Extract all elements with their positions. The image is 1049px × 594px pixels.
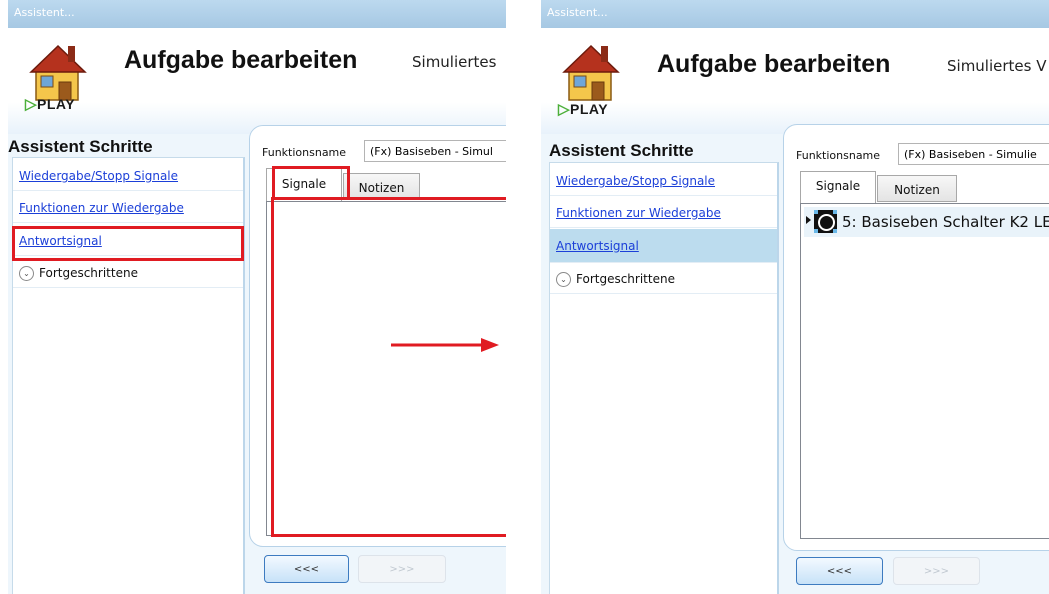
arrow-right-icon [391, 338, 499, 352]
page-subtitle: Simuliertes [412, 53, 497, 71]
signal-list-item[interactable]: 5: Basiseben Schalter K2 LED [804, 207, 1049, 237]
window-titlebar: Assistent... [8, 0, 506, 29]
chevron-down-icon: ⌄ [556, 272, 571, 287]
step-fortgeschrittene[interactable]: ⌄ Fortgeschrittene [13, 258, 243, 288]
tab-notizen[interactable]: Notizen [877, 175, 957, 202]
signals-list[interactable]: 5: Basiseben Schalter K2 LED [800, 203, 1049, 539]
step-antwortsignal[interactable]: Antwortsignal [550, 229, 777, 263]
play-triangle-icon: ▷ [25, 96, 38, 113]
tab-signale[interactable]: Signale [800, 171, 876, 204]
steps-list: Wiedergabe/Stopp Signale Funktionen zur … [12, 157, 245, 594]
steps-title: Assistent Schritte [8, 137, 153, 156]
window-title: Assistent... [547, 6, 608, 19]
next-button: >>> [358, 555, 446, 583]
page-title: Aufgabe bearbeiten [657, 50, 891, 78]
content-box: Funktionsname (Fx) Basiseben - Simulie N… [783, 124, 1049, 551]
play-logo: ▷PLAY [25, 96, 76, 113]
function-name-field[interactable]: (Fx) Basiseben - Simulie [898, 143, 1049, 165]
steps-title: Assistent Schritte [549, 141, 694, 160]
back-button[interactable]: <<< [796, 557, 883, 585]
tab-notizen[interactable]: Notizen [343, 173, 420, 199]
step-antwortsignal[interactable]: Antwortsignal [13, 226, 243, 256]
back-button[interactable]: <<< [264, 555, 349, 583]
page-subtitle: Simuliertes V [947, 57, 1047, 75]
play-triangle-icon: ▷ [558, 101, 571, 118]
signals-list[interactable] [266, 201, 506, 536]
wizard-window-before: Assistent... ▷PLAY Aufgabe bearbeiten Si… [8, 0, 506, 594]
signal-item-label: 5: Basiseben Schalter K2 LED [842, 213, 1049, 231]
tab-signale[interactable]: Signale [266, 168, 342, 201]
window-titlebar: Assistent... [541, 0, 1049, 29]
function-name-label: Funktionsname [796, 149, 881, 162]
chevron-down-icon: ⌄ [19, 266, 34, 281]
play-logo: ▷PLAY [558, 101, 609, 118]
row-pointer-icon [806, 216, 811, 224]
steps-list: Wiedergabe/Stopp Signale Funktionen zur … [549, 162, 779, 594]
wizard-window-after: Assistent... ▷PLAY Aufgabe bearbeiten Si… [541, 0, 1049, 594]
window-title: Assistent... [14, 6, 75, 19]
next-button: >>> [893, 557, 980, 585]
function-name-field[interactable]: (Fx) Basiseben - Simul [364, 140, 506, 162]
content-box: Funktionsname (Fx) Basiseben - Simul Not… [249, 125, 506, 547]
step-fortgeschrittene[interactable]: ⌄ Fortgeschrittene [550, 264, 777, 294]
function-name-label: Funktionsname [262, 146, 347, 159]
page-title: Aufgabe bearbeiten [124, 46, 358, 74]
step-wiedergabe-stopp-signale[interactable]: Wiedergabe/Stopp Signale [13, 161, 243, 191]
step-funktionen-zur-wiedergabe[interactable]: Funktionen zur Wiedergabe [550, 198, 777, 228]
step-wiedergabe-stopp-signale[interactable]: Wiedergabe/Stopp Signale [550, 166, 777, 196]
step-funktionen-zur-wiedergabe[interactable]: Funktionen zur Wiedergabe [13, 193, 243, 223]
led-signal-icon [814, 210, 837, 233]
